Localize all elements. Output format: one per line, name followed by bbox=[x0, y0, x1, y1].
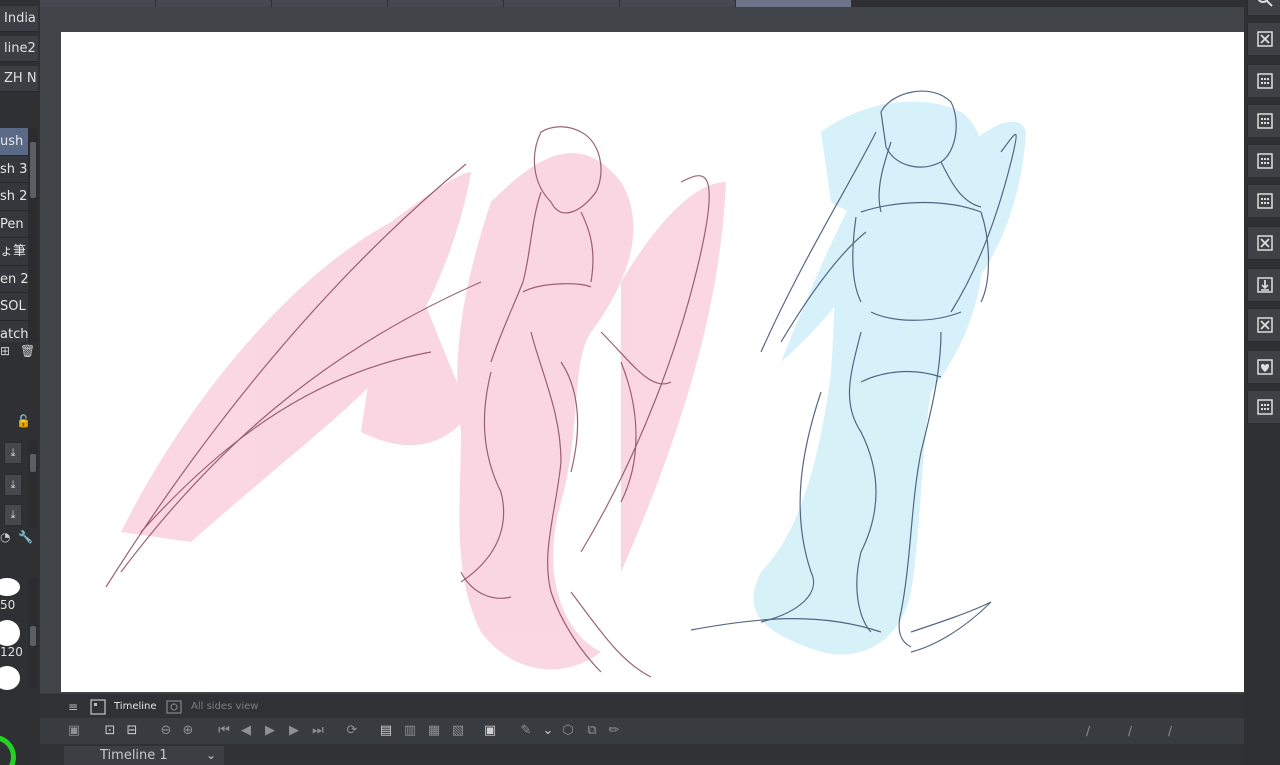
wrench-icon[interactable]: 🔧 bbox=[18, 530, 33, 544]
doc-tab-active[interactable] bbox=[736, 0, 851, 7]
timeline-settings-icon[interactable]: ⊟ bbox=[124, 723, 140, 739]
calendar-grid-icon[interactable] bbox=[1247, 184, 1280, 218]
brush-size-label: 120 bbox=[0, 645, 23, 659]
new-cel-icon[interactable]: ▤ bbox=[378, 723, 394, 739]
scrollbar-thumb[interactable] bbox=[30, 142, 36, 198]
brush-list-scrollbar[interactable] bbox=[28, 128, 38, 342]
copy-icon[interactable]: ⧉ bbox=[584, 723, 600, 739]
zoom-out-icon[interactable]: ⊖ bbox=[158, 723, 174, 739]
calendar-grid-icon[interactable] bbox=[1247, 64, 1280, 98]
new-timeline-icon[interactable]: ⊡ bbox=[102, 723, 118, 739]
brush-size-scrollbar[interactable] bbox=[28, 578, 38, 688]
last-frame-icon[interactable]: ⏭ bbox=[310, 723, 326, 739]
search-icon[interactable] bbox=[1247, 0, 1280, 16]
calendar-grid-icon[interactable] bbox=[1247, 104, 1280, 138]
sketch-artwork bbox=[105, 90, 1026, 678]
doc-tab[interactable] bbox=[388, 0, 503, 7]
previous-frame-icon[interactable]: ◀ bbox=[238, 723, 254, 739]
first-frame-icon[interactable]: ⏮ bbox=[216, 723, 232, 739]
chevron-down-icon[interactable]: ⌄ bbox=[540, 723, 556, 739]
trash-icon[interactable]: 🗑 bbox=[20, 344, 35, 358]
layer-color-icon[interactable]: ⬡ bbox=[560, 723, 576, 739]
next-frame-icon[interactable]: ▶ bbox=[286, 723, 302, 739]
right-icon-column bbox=[1244, 0, 1280, 765]
scrollbar-thumb[interactable] bbox=[30, 626, 36, 646]
new-animation-folder-icon[interactable]: ▥ bbox=[402, 723, 418, 739]
close-file-icon[interactable] bbox=[1247, 226, 1280, 260]
brush-size-preview[interactable] bbox=[0, 666, 20, 690]
zoom-in-icon[interactable]: ⊕ bbox=[180, 723, 196, 739]
scrollbar-thumb[interactable] bbox=[30, 454, 36, 472]
timeline-select-label: Timeline 1 bbox=[100, 748, 168, 763]
timeline-tab-icon bbox=[90, 696, 108, 718]
sub-tool-item[interactable]: ZH N bbox=[0, 66, 38, 92]
chevron-down-icon[interactable]: ⌄ bbox=[206, 746, 216, 765]
download-icon[interactable]: ⤓ bbox=[4, 474, 22, 496]
close-file-icon[interactable] bbox=[1247, 22, 1280, 56]
timeline-marker: / bbox=[1085, 724, 1091, 738]
add-icon[interactable]: ⊞ bbox=[0, 344, 10, 358]
tab-all-sides-view[interactable]: All sides view bbox=[191, 696, 258, 718]
lock-icon[interactable]: 🔓 bbox=[16, 414, 31, 428]
specify-cel-icon[interactable]: ▦ bbox=[426, 723, 442, 739]
document-tabs bbox=[40, 0, 1244, 7]
timeline-bottom-bar: Timeline 1 ⌄ bbox=[40, 744, 1244, 765]
calendar-grid-icon[interactable] bbox=[1247, 390, 1280, 424]
download-icon[interactable] bbox=[1247, 268, 1280, 302]
drawing-canvas[interactable] bbox=[61, 32, 1244, 692]
doc-tab[interactable] bbox=[40, 0, 155, 7]
download-icon[interactable]: ⤓ bbox=[4, 442, 22, 464]
color-wheel[interactable] bbox=[0, 735, 16, 765]
calendar-grid-icon[interactable] bbox=[1247, 144, 1280, 178]
heart-folder-icon[interactable] bbox=[1247, 350, 1280, 384]
left-tool-panel: India line2 ZH N ush sh 3 sh 2 Pen ょ筆 en… bbox=[0, 0, 40, 765]
timeline-select[interactable]: Timeline 1 ⌄ bbox=[64, 746, 224, 765]
all-sides-view-tab-icon bbox=[166, 696, 184, 718]
doc-tab[interactable] bbox=[620, 0, 735, 7]
delete-cel-icon[interactable]: ▧ bbox=[450, 723, 466, 739]
timeline-marker: / bbox=[1127, 724, 1133, 738]
close-file-icon[interactable] bbox=[1247, 308, 1280, 342]
property-scrollbar[interactable] bbox=[28, 440, 38, 528]
sub-tool-item[interactable]: India bbox=[0, 6, 38, 32]
loop-icon[interactable]: ⟳ bbox=[344, 723, 360, 739]
brush-size-label: 50 bbox=[0, 598, 16, 612]
onion-skin-icon[interactable]: ▣ bbox=[482, 723, 498, 739]
download-icon[interactable]: ⤓ bbox=[4, 504, 22, 526]
play-icon[interactable]: ▶ bbox=[262, 723, 278, 739]
doc-tab[interactable] bbox=[156, 0, 271, 7]
tab-timeline[interactable]: Timeline bbox=[114, 696, 157, 718]
timeline-toolbar: ▣ ⊡ ⊟ ⊖ ⊕ ⏮ ◀ ▶ ▶ ⏭ ⟳ ▤ ▥ ▦ ▧ ▣ ✎ ⌄ ⬡ ⧉ … bbox=[40, 718, 1244, 744]
app-window: India line2 ZH N ush sh 3 sh 2 Pen ょ筆 en… bbox=[0, 0, 1280, 765]
menu-icon[interactable]: ≡ bbox=[68, 696, 78, 718]
timeline-tab-bar: ≡ Timeline All sides view bbox=[40, 694, 1244, 718]
edit-icon[interactable]: ✏ bbox=[606, 723, 622, 739]
sub-tool-item[interactable]: line2 bbox=[0, 36, 38, 62]
dial-icon[interactable]: ◔ bbox=[0, 530, 10, 544]
brush-size-preview[interactable] bbox=[0, 620, 20, 646]
doc-tab[interactable] bbox=[272, 0, 387, 7]
timeline-menu-icon[interactable]: ▣ bbox=[66, 723, 82, 739]
timeline-marker: / bbox=[1167, 724, 1173, 738]
brush-size-preview[interactable] bbox=[0, 578, 20, 596]
keyframe-pen-icon[interactable]: ✎ bbox=[518, 723, 534, 739]
doc-tab[interactable] bbox=[504, 0, 619, 7]
